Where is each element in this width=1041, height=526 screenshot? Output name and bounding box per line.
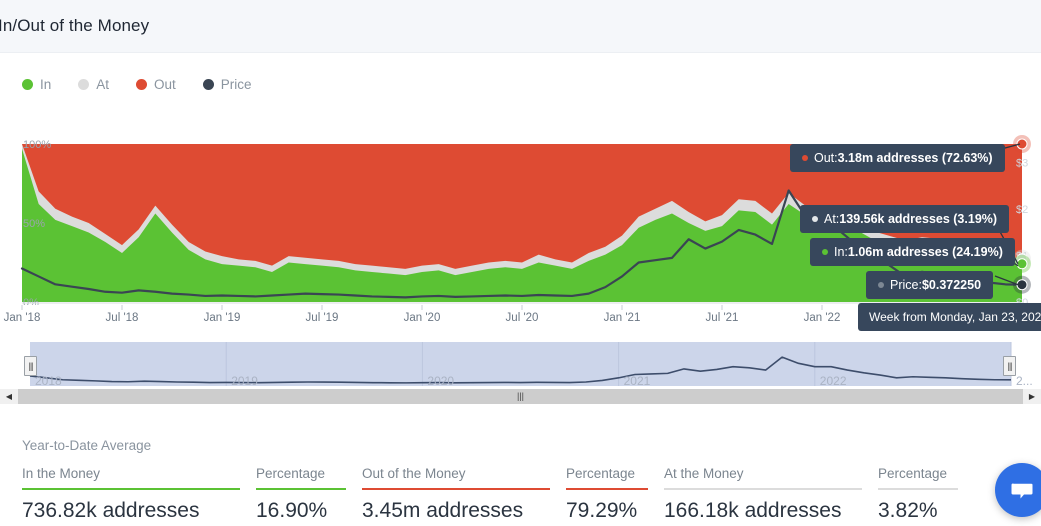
stat-column: At the Money 166.18k addresses (664, 466, 862, 522)
navigator-year-label: 2018 (35, 374, 62, 388)
stat-column-value: 736.82k addresses (22, 499, 200, 522)
stat-column: Percentage 16.90% (256, 466, 346, 522)
stat-column-rule (362, 488, 550, 490)
stat-column-rule (566, 488, 648, 490)
navigator-selected-range[interactable] (30, 342, 1011, 386)
stat-column-header: In the Money (22, 466, 101, 481)
chat-bubble-icon (1011, 481, 1033, 499)
tooltip-at-prefix: At: (824, 212, 840, 226)
navigator-handle-right[interactable]: ||| (1003, 356, 1016, 376)
stats-row: In the Money 736.82k addresses Percentage 1… (22, 466, 974, 522)
y-axis-right-tick: $3 (1016, 158, 1028, 170)
stat-column-rule (664, 488, 862, 490)
scrollbar-track[interactable]: ||| (18, 389, 1023, 404)
legend-dot-in (22, 78, 33, 90)
x-axis-tick-label: Jan '19 (204, 312, 241, 324)
legend-item-at[interactable]: At (78, 77, 109, 92)
tooltip-price: Price: $0.372250 (866, 271, 994, 299)
stat-column-value: 79.29% (566, 499, 638, 522)
navigator-year-label: 2... (1016, 374, 1033, 388)
navigator-year-label: 2022 (820, 374, 847, 388)
tooltip-out-prefix: Out: (814, 151, 838, 165)
stat-column-value: 3.45m addresses (362, 499, 524, 522)
panel-header: In/Out of the Money (0, 0, 1041, 53)
stat-column-value: 166.18k addresses (664, 499, 842, 522)
chart-navigator[interactable]: 2018 2019 2020 2021 2022 2... (0, 340, 1041, 388)
series-marker (1016, 258, 1028, 270)
tooltip-out-value: 3.18m addresses (72.63%) (837, 151, 993, 165)
x-axis-tick-label: Jul '20 (506, 312, 539, 324)
x-axis-tick-label: Jul '21 (706, 312, 739, 324)
tooltip-out: Out: 3.18m addresses (72.63%) (790, 144, 1005, 172)
y-axis-left-tick: 0% (23, 297, 39, 305)
horizontal-scrollbar[interactable]: ◀ ||| ▶ (0, 389, 1041, 404)
tooltip-dot-out (802, 155, 808, 161)
x-axis-tick-label: Jan '22 (804, 312, 841, 324)
legend-label-out: Out (154, 76, 176, 92)
legend-dot-out (136, 78, 148, 90)
chat-widget-button[interactable] (995, 463, 1041, 517)
tooltip-dot-at (812, 216, 818, 222)
stat-column-rule (256, 488, 346, 490)
tooltip-price-prefix: Price: (890, 278, 922, 292)
stat-column: Out of the Money 3.45m addresses (362, 466, 550, 522)
x-axis-tick-label: Jan '21 (604, 312, 641, 324)
stat-column-header: Percentage (566, 466, 636, 481)
navigator-canvas[interactable]: 2018 2019 2020 2021 2022 2... (0, 340, 1041, 388)
y-axis-right-tick: $2 (1016, 204, 1028, 216)
navigator-handle-left[interactable]: ||| (24, 356, 37, 376)
y-axis-left-tick: 100% (23, 139, 51, 151)
chart-legend: In At Out Price (0, 70, 1041, 98)
legend-item-out[interactable]: Out (136, 77, 176, 92)
legend-item-price[interactable]: Price (202, 76, 252, 92)
stats-panel: Year-to-Date Average In the Money 736.82k… (0, 432, 1041, 526)
page-title: In/Out of the Money (0, 16, 150, 35)
legend-dot-price (202, 78, 214, 90)
stat-column-header: Percentage (878, 466, 948, 481)
tooltip-at: At: 139.56k addresses (3.19%) (800, 205, 1010, 233)
tooltip-date: Week from Monday, Jan 23, 2023 (858, 303, 1041, 331)
stat-column: Percentage 3.82% (878, 466, 958, 522)
legend-label-in: In (40, 76, 52, 92)
stat-column: In the Money 736.82k addresses (22, 466, 240, 522)
stats-title: Year-to-Date Average (22, 438, 152, 453)
x-axis-tick-label: Jan '20 (404, 312, 441, 324)
stat-column-header: At the Money (664, 466, 744, 481)
legend-item-in[interactable]: In (22, 77, 51, 92)
navigator-year-label: 2020 (427, 374, 454, 388)
legend-label-at: At (96, 76, 110, 92)
tooltip-dot-price (878, 282, 884, 288)
scrollbar-grip[interactable]: ||| (517, 392, 524, 401)
y-axis-left-tick: 50% (23, 218, 45, 230)
navigator-year-label: 2021 (624, 374, 651, 388)
tooltip-price-value: $0.372250 (921, 278, 982, 292)
tooltip-in: In: 1.06m addresses (24.19%) (810, 238, 1015, 266)
x-axis-tick-label: Jan '18 (4, 312, 41, 324)
stat-column-rule (878, 488, 958, 490)
tooltip-dot-in (822, 249, 828, 255)
stat-column-header: Out of the Money (362, 466, 466, 481)
x-axis-tick-label: Jul '18 (106, 312, 139, 324)
stat-column-rule (22, 488, 240, 490)
legend-dot-at (78, 78, 90, 90)
scrollbar-arrow-right-icon[interactable]: ▶ (1023, 389, 1041, 404)
navigator-year-label: 2019 (231, 374, 258, 388)
stat-column-value: 16.90% (256, 499, 328, 522)
series-marker (1016, 279, 1028, 291)
stat-column-value: 3.82% (878, 499, 938, 522)
tooltip-in-prefix: In: (834, 245, 848, 259)
stat-column-header: Percentage (256, 466, 326, 481)
tooltip-at-value: 139.56k addresses (3.19%) (839, 212, 998, 226)
stat-column: Percentage 79.29% (566, 466, 648, 522)
scrollbar-arrow-left-icon[interactable]: ◀ (0, 389, 18, 404)
tooltip-in-value: 1.06m addresses (24.19%) (847, 245, 1003, 259)
x-axis-tick-label: Jul '19 (306, 312, 339, 324)
legend-label-price: Price (220, 76, 252, 92)
